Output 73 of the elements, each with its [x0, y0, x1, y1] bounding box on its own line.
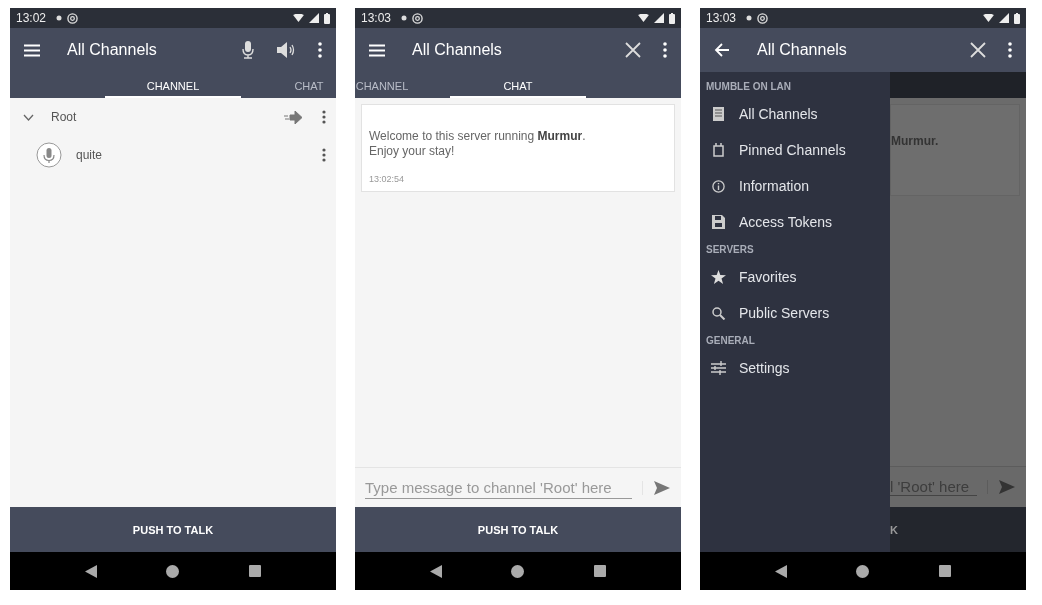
wifi-icon [983, 13, 994, 23]
close-icon[interactable] [970, 42, 986, 58]
drawer-item[interactable]: All Channels [700, 95, 890, 133]
close-icon[interactable] [625, 42, 641, 58]
signal-icon [654, 13, 664, 23]
section-header: SERVERS [705, 244, 755, 257]
wifi-icon [638, 13, 649, 23]
back-icon[interactable] [84, 564, 97, 578]
chevron-icon[interactable] [23, 113, 34, 121]
toolbar-title: All Channels [412, 41, 502, 59]
back-arrow-icon[interactable] [714, 42, 730, 58]
more-options-icon[interactable] [318, 42, 322, 58]
message-text: Welcome to this server running Murmur. [369, 129, 587, 144]
more-options-icon[interactable] [1008, 42, 1012, 58]
toolbar-title: All Channels [757, 41, 847, 59]
wifi-icon [293, 13, 304, 23]
info-icon [711, 179, 726, 193]
search-icon [711, 306, 726, 320]
home-icon[interactable] [856, 564, 870, 578]
status-time: 13:02 [16, 11, 47, 25]
list-document-icon [711, 107, 726, 121]
more-options-icon[interactable] [322, 148, 326, 162]
section-header: MUMBLE ON LAN [705, 81, 792, 94]
tab[interactable]: CHANNEL [355, 72, 450, 98]
tab[interactable]: CHAT [450, 72, 586, 98]
notification-dot-icon [56, 15, 63, 21]
channel-name[interactable]: Root [51, 110, 77, 124]
more-options-icon[interactable] [663, 42, 667, 58]
battery-icon [1014, 12, 1020, 24]
message-time: 13:02:54 [369, 174, 406, 184]
join-arrow-icon[interactable] [284, 110, 302, 124]
drawer-item[interactable]: Public Servers [700, 294, 890, 332]
pin-board-icon [711, 143, 726, 157]
drawer-item[interactable]: Pinned Channels [700, 131, 890, 169]
menu-icon[interactable] [369, 43, 385, 57]
tab[interactable]: CHANNEL [105, 72, 241, 98]
home-icon[interactable] [166, 564, 180, 578]
sliders-icon [711, 361, 726, 375]
message-text: Murmur. [891, 134, 939, 148]
signal-icon [999, 13, 1009, 23]
notification-dot-icon [401, 15, 408, 21]
section-header: GENERAL [705, 335, 756, 348]
notification-dot-icon [746, 15, 753, 21]
tab[interactable]: CHAT [241, 72, 336, 98]
push-to-talk-button[interactable]: K [890, 507, 1026, 552]
push-to-talk-button[interactable]: PUSH TO TALK [355, 507, 681, 552]
battery-icon [669, 12, 675, 24]
signal-icon [309, 13, 319, 23]
speaker-icon[interactable] [276, 41, 296, 59]
status-time: 13:03 [361, 11, 392, 25]
more-options-icon[interactable] [322, 110, 326, 124]
recents-icon[interactable] [594, 565, 607, 577]
microphone-icon[interactable] [242, 41, 254, 59]
user-name[interactable]: quite [76, 148, 103, 162]
back-icon[interactable] [429, 564, 442, 578]
recents-icon[interactable] [249, 565, 262, 577]
back-icon[interactable] [774, 564, 787, 578]
toolbar-title: All Channels [67, 41, 157, 59]
push-to-talk-button[interactable]: PUSH TO TALK [10, 507, 336, 552]
message-text: Enjoy your stay! [369, 144, 456, 159]
user-microphone-icon [36, 142, 62, 168]
battery-icon [324, 12, 330, 24]
status-time: 13:03 [706, 11, 737, 25]
recents-icon[interactable] [939, 565, 952, 577]
star-icon [711, 270, 726, 284]
drawer-item[interactable]: Information [700, 167, 890, 205]
menu-icon[interactable] [24, 43, 40, 57]
message-input[interactable]: Type message to channel 'Root' here [365, 476, 632, 499]
drawer-item[interactable]: Access Tokens [700, 203, 890, 241]
home-icon[interactable] [511, 564, 525, 578]
save-icon [711, 215, 726, 229]
drawer-item[interactable]: Favorites [700, 258, 890, 296]
drawer-item[interactable]: Settings [700, 349, 890, 387]
